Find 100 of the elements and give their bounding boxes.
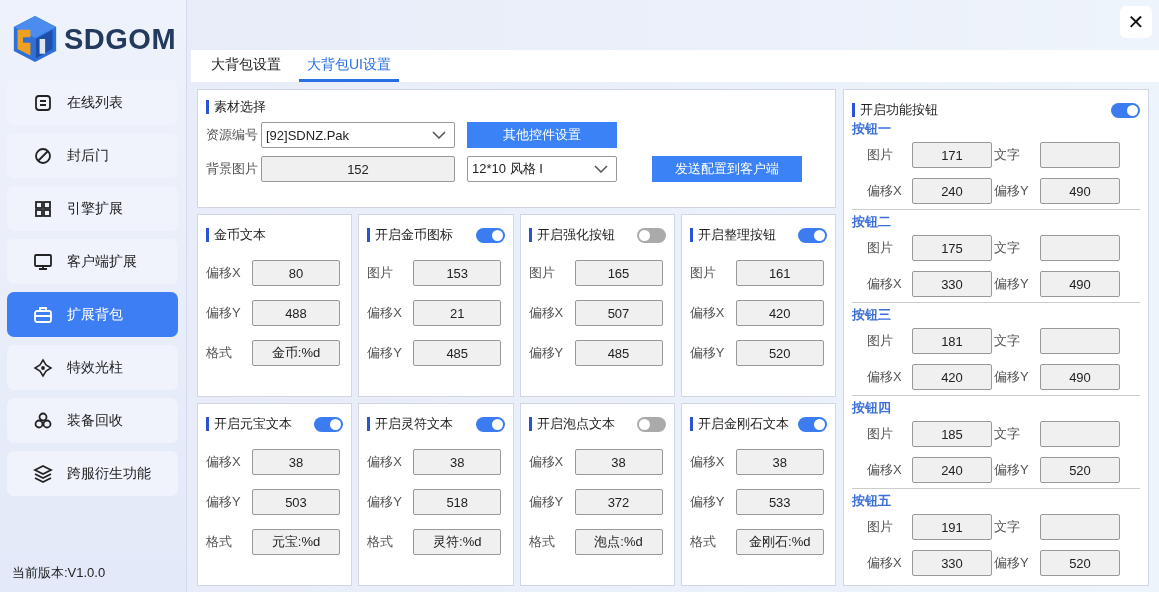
field-label: 文字: [993, 425, 1021, 443]
tab[interactable]: 大背包UI设置: [299, 50, 399, 82]
field-label: 偏移Y: [206, 493, 242, 511]
input-field[interactable]: 240: [912, 457, 992, 483]
briefcase-icon: [33, 304, 53, 325]
style-dropdown[interactable]: 12*10 风格 I: [467, 156, 617, 182]
resource-dropdown[interactable]: [92]SDNZ.Pak: [261, 122, 455, 148]
send-config-button[interactable]: 发送配置到客户端: [652, 156, 802, 182]
field-label: 背景图片: [206, 160, 259, 178]
input-field[interactable]: 152: [261, 156, 455, 182]
input-field[interactable]: 185: [912, 421, 992, 447]
toggle-switch[interactable]: [314, 416, 344, 432]
input-field[interactable]: [1040, 142, 1120, 168]
sidebar-item[interactable]: 扩展背包: [7, 292, 178, 337]
input-field[interactable]: 191: [912, 514, 992, 540]
input-field[interactable]: 520: [1040, 457, 1120, 483]
layers-icon: [33, 463, 53, 484]
input-field[interactable]: 485: [413, 340, 502, 366]
toggle-switch[interactable]: [636, 227, 666, 243]
input-field[interactable]: 181: [912, 328, 992, 354]
toggle-switch[interactable]: [798, 227, 827, 243]
input-field[interactable]: [1040, 328, 1120, 354]
sidebar-item[interactable]: 客户端扩展: [7, 239, 178, 284]
input-field[interactable]: 420: [735, 300, 824, 326]
other-settings-button[interactable]: 其他控件设置: [467, 122, 617, 148]
input-field[interactable]: 元宝:%d: [252, 529, 340, 555]
toggle-switch[interactable]: [636, 416, 666, 432]
input-field[interactable]: 38: [413, 449, 502, 475]
input-field[interactable]: 372: [574, 489, 663, 515]
input-field[interactable]: 330: [912, 271, 992, 297]
toggle-switch[interactable]: [1111, 102, 1140, 118]
input-field[interactable]: 175: [912, 235, 992, 261]
input-field[interactable]: 420: [912, 364, 992, 390]
sidebar-item[interactable]: 封后门: [7, 133, 178, 178]
input-field[interactable]: 38: [735, 449, 824, 475]
field-label: 偏移X: [866, 182, 903, 200]
field-label: 格式: [206, 344, 233, 362]
input-field[interactable]: 161: [735, 260, 824, 286]
card-title: 开启金币图标: [367, 228, 454, 242]
field-label: 图片: [866, 518, 894, 536]
list-icon: [33, 92, 53, 113]
field-label: 图片: [866, 332, 894, 350]
field-label: 格式: [528, 533, 556, 551]
input-field[interactable]: 490: [1040, 271, 1120, 297]
field-label: 偏移Y: [206, 304, 242, 322]
input-field[interactable]: 507: [574, 300, 663, 326]
input-field[interactable]: 171: [912, 142, 992, 168]
field-label: 偏移Y: [528, 344, 565, 362]
input-field[interactable]: 490: [1040, 178, 1120, 204]
toggle-switch[interactable]: [475, 227, 505, 243]
card-title: 金币文本: [206, 228, 266, 242]
sidebar-item[interactable]: 跨服衍生功能: [7, 451, 178, 496]
field-label: 文字: [993, 239, 1021, 257]
input-field[interactable]: 38: [252, 449, 340, 475]
chevron-icon: [594, 165, 608, 173]
field-label: 偏移Y: [993, 275, 1030, 293]
close-button[interactable]: ✕: [1120, 6, 1152, 38]
input-field[interactable]: 330: [912, 550, 992, 576]
input-field[interactable]: 503: [252, 489, 340, 515]
input-field[interactable]: 灵符:%d: [413, 529, 502, 555]
input-field[interactable]: 80: [252, 260, 340, 286]
input-field[interactable]: 153: [413, 260, 502, 286]
input-field[interactable]: [1040, 235, 1120, 261]
input-field[interactable]: 520: [735, 340, 824, 366]
toggle-switch[interactable]: [798, 416, 827, 432]
toggle-switch[interactable]: [475, 416, 505, 432]
field-label: 文字: [993, 146, 1021, 164]
input-field[interactable]: 485: [574, 340, 663, 366]
input-field[interactable]: 533: [735, 489, 824, 515]
input-field[interactable]: 金刚石:%d: [735, 529, 824, 555]
input-field[interactable]: [1040, 514, 1120, 540]
input-field[interactable]: 520: [1040, 550, 1120, 576]
input-field[interactable]: 21: [413, 300, 502, 326]
tab[interactable]: 大背包设置: [203, 50, 289, 82]
input-field[interactable]: 165: [574, 260, 663, 286]
field-label: 图片: [367, 264, 395, 282]
field-label: 偏移X: [206, 453, 242, 471]
sidebar-item[interactable]: 特效光柱: [7, 345, 178, 390]
input-field[interactable]: 泡点:%d: [574, 529, 663, 555]
input-field[interactable]: [1040, 421, 1120, 447]
input-field[interactable]: 488: [252, 300, 340, 326]
chevron-icon: [432, 131, 446, 139]
sidebar-item[interactable]: 装备回收: [7, 398, 178, 443]
input-field[interactable]: 490: [1040, 364, 1120, 390]
input-field[interactable]: 金币:%d: [252, 340, 340, 366]
group-title: 按钮二: [852, 213, 892, 231]
field-label: 图片: [689, 264, 717, 282]
card-title: 开启强化按钮: [528, 228, 615, 242]
input-field[interactable]: 518: [413, 489, 502, 515]
input-field[interactable]: 38: [574, 449, 663, 475]
field-label: 图片: [528, 264, 556, 282]
input-field[interactable]: 240: [912, 178, 992, 204]
field-label: 文字: [993, 518, 1021, 536]
sidebar-item[interactable]: 在线列表: [7, 80, 178, 125]
field-label: 偏移Y: [993, 182, 1030, 200]
version-label: 当前版本:V1.0.0: [11, 564, 107, 582]
sidebar-item[interactable]: 引擎扩展: [7, 186, 178, 231]
field-label: 格式: [367, 533, 395, 551]
monitor-icon: [33, 251, 53, 272]
field-label: 偏移X: [866, 368, 903, 386]
